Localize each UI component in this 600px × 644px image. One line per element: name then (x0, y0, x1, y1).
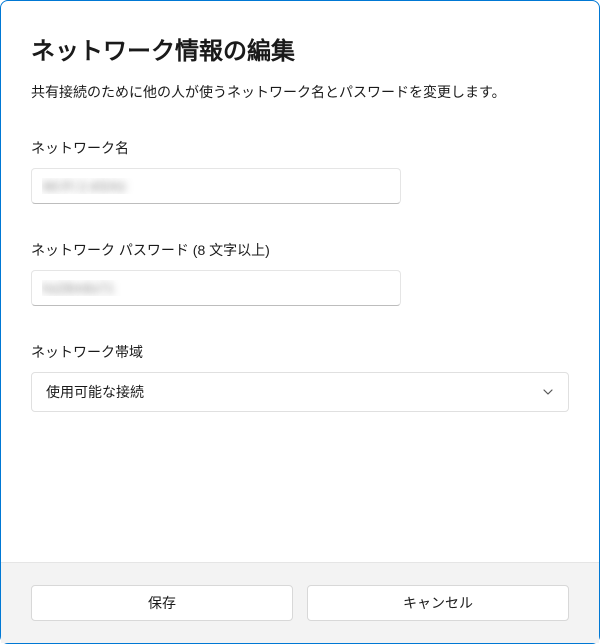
network-password-field-group: ネットワーク パスワード (8 文字以上) (31, 240, 569, 306)
network-name-input[interactable] (31, 168, 401, 204)
network-band-select-wrap: 使用可能な接続 (31, 372, 569, 412)
dialog-description: 共有接続のために他の人が使うネットワーク名とパスワードを変更します。 (31, 82, 569, 102)
network-band-field-group: ネットワーク帯域 使用可能な接続 (31, 342, 569, 412)
cancel-button[interactable]: キャンセル (307, 585, 569, 621)
network-password-label: ネットワーク パスワード (8 文字以上) (31, 240, 569, 260)
network-band-select[interactable]: 使用可能な接続 (31, 372, 569, 412)
dialog-footer: 保存 キャンセル (1, 562, 599, 643)
network-name-field-group: ネットワーク名 (31, 138, 569, 204)
dialog-title: ネットワーク情報の編集 (31, 31, 569, 66)
network-band-label: ネットワーク帯域 (31, 342, 569, 362)
network-name-label: ネットワーク名 (31, 138, 569, 158)
network-password-input[interactable] (31, 270, 401, 306)
save-button[interactable]: 保存 (31, 585, 293, 621)
dialog-content: ネットワーク情報の編集 共有接続のために他の人が使うネットワーク名とパスワードを… (1, 1, 599, 562)
